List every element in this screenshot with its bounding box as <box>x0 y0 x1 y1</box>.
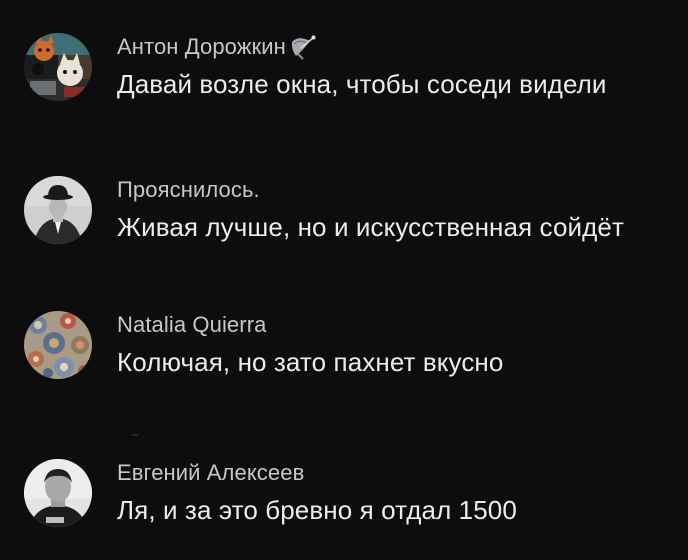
avatar-image <box>24 311 92 379</box>
comment-author[interactable]: Евгений Алексеев <box>117 460 304 486</box>
comment-author[interactable]: Прояснилось. <box>117 177 260 203</box>
avatar-image <box>24 459 92 527</box>
paisley-pattern-avatar[interactable] <box>24 311 92 379</box>
man-portrait-avatar[interactable] <box>24 459 92 527</box>
comment-text: Ля, и за это бревно я отдал 1500 <box>117 495 517 525</box>
divider-mark <box>132 434 138 436</box>
comment-item: Natalia Quierra Колючая, но зато пахнет … <box>24 311 664 391</box>
comment-item: Антон Дорожкин Давай возле окна, чтобы с… <box>24 33 664 113</box>
comment-item: Евгений Алексеев Ля, и за это бревно я о… <box>24 459 664 539</box>
comment-text: Давай возле окна, чтобы соседи видели <box>117 69 607 99</box>
comment-text: Колючая, но зато пахнет вкусно <box>117 347 504 377</box>
satellite-dish-icon <box>289 33 319 61</box>
comments-list: Антон Дорожкин Давай возле окна, чтобы с… <box>0 0 688 560</box>
cat-collage-avatar[interactable] <box>24 33 92 101</box>
comment-author[interactable]: Natalia Quierra <box>117 312 266 338</box>
bowler-hat-man-avatar[interactable] <box>24 176 92 244</box>
avatar-image <box>24 176 92 244</box>
comment-item: Прояснилось. Живая лучше, но и искусстве… <box>24 176 664 256</box>
avatar-image <box>24 33 92 101</box>
comment-author[interactable]: Антон Дорожкин <box>117 34 286 60</box>
comment-text: Живая лучше, но и искусственная сойдёт <box>117 212 624 242</box>
